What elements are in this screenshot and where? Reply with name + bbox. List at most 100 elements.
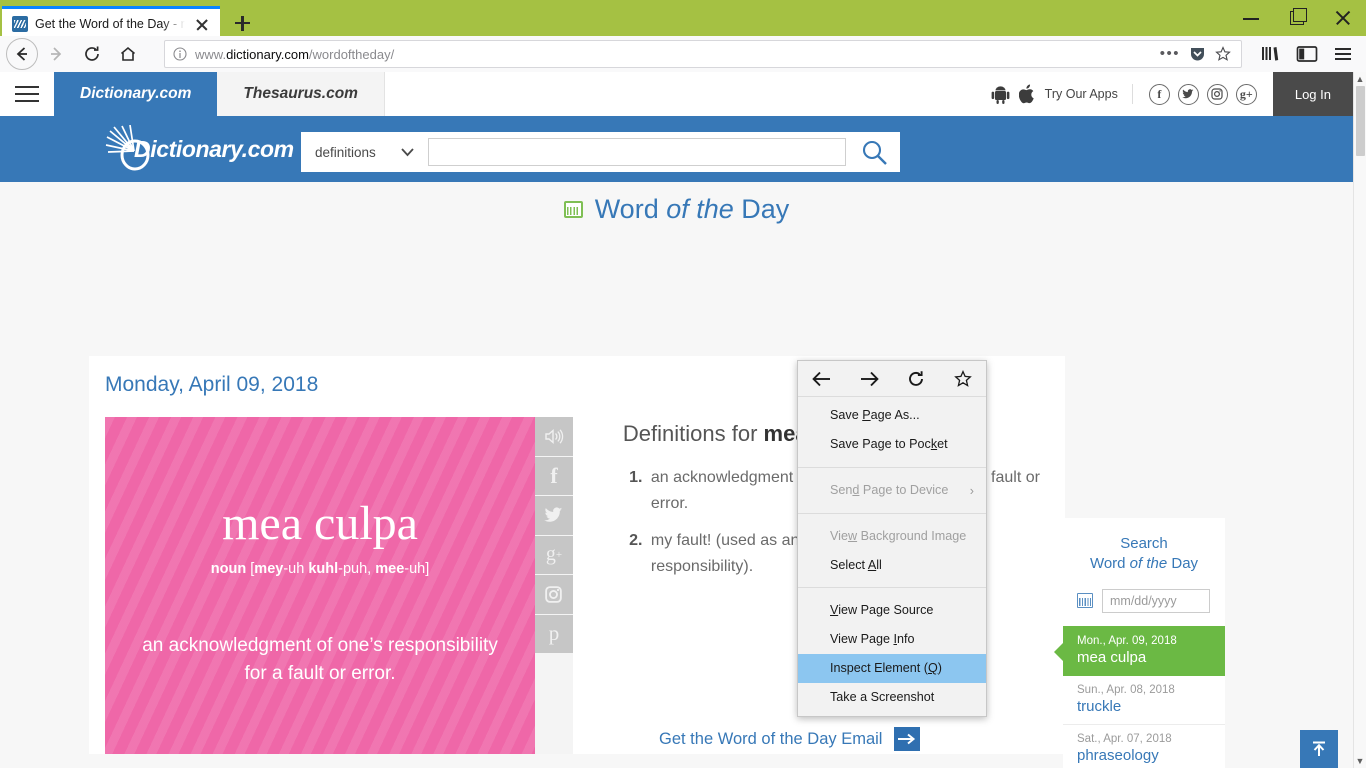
forward-arrow-icon[interactable] <box>853 365 885 393</box>
dictionary-favicon-icon <box>12 16 28 32</box>
hero-pos: noun <box>210 561 247 577</box>
site-hamburger-menu-icon[interactable] <box>0 72 54 116</box>
context-menu-group: View Background Image Select All <box>798 518 986 584</box>
twitter-icon[interactable] <box>535 496 573 535</box>
apple-icon <box>1018 84 1034 104</box>
speaker-icon[interactable] <box>535 417 573 456</box>
facebook-icon[interactable]: f <box>535 456 573 495</box>
rail-entry-date: Sun., Apr. 08, 2018 <box>1077 683 1175 696</box>
utility-right: Try Our Apps f g+ Log In <box>991 72 1353 116</box>
site-logo-text: Dictionary.com <box>134 135 294 162</box>
new-tab-button[interactable] <box>224 6 260 39</box>
home-button[interactable] <box>110 36 146 72</box>
instagram-icon[interactable] <box>1206 83 1228 105</box>
close-icon[interactable] <box>192 14 212 34</box>
browser-tab[interactable]: Get the Word of the Day - mea <box>2 6 220 39</box>
close-icon[interactable] <box>1320 0 1366 36</box>
chevron-down-icon <box>401 147 414 156</box>
rail-title: Search Word of the Day <box>1089 535 1199 573</box>
hamburger-menu-icon[interactable] <box>1326 37 1360 71</box>
try-our-apps-group[interactable]: Try Our Apps <box>991 84 1133 104</box>
pocket-icon[interactable] <box>1190 46 1205 62</box>
site-utility-bar: Dictionary.com Thesaurus.com Try Our App… <box>0 72 1353 116</box>
chevron-right-icon: › <box>969 483 974 498</box>
page-title: Word of the Day <box>0 182 1353 225</box>
library-icon[interactable] <box>1254 37 1288 71</box>
reload-button[interactable] <box>74 36 110 72</box>
menu-item-inspect-element[interactable]: Inspect Element (Q) <box>798 654 986 684</box>
word-hero: mea culpa noun [mey-uh kuhl-puh, mee-uh]… <box>105 417 536 754</box>
date-input[interactable]: mm/dd/yyyy <box>1102 588 1210 613</box>
back-to-top-button[interactable] <box>1300 730 1338 768</box>
facebook-icon[interactable]: f <box>1148 83 1170 105</box>
rail-entry-word[interactable]: phraseology <box>1077 747 1225 764</box>
pinterest-icon[interactable]: p <box>535 614 573 653</box>
menu-item-take-a-screenshot[interactable]: Take a Screenshot <box>798 683 986 712</box>
googleplus-icon[interactable]: g+ <box>535 535 573 574</box>
context-menu-nav <box>798 361 986 397</box>
search-scope-label: definitions <box>315 144 376 160</box>
tab-title: Get the Word of the Day - mea <box>35 17 185 31</box>
window-controls <box>1228 0 1366 36</box>
menu-item-save-page-to-pocket[interactable]: Save Page to Pocket <box>798 430 986 459</box>
email-cta[interactable]: Get the Word of the Day Email <box>659 727 921 751</box>
back-arrow-icon[interactable] <box>806 365 838 393</box>
menu-separator <box>798 512 986 514</box>
rail-entry-word: mea culpa <box>1077 648 1147 666</box>
word-of-the-day-rail: Search Word of the Day mm/dd/yyyy Mon., … <box>1054 518 1225 768</box>
context-menu-group: Send Page to Device › <box>798 472 986 509</box>
scroll-up-arrow-icon[interactable]: ▲ <box>1354 72 1366 86</box>
page-viewport: Dictionary.com Thesaurus.com Try Our App… <box>0 72 1353 768</box>
maximize-icon[interactable] <box>1274 0 1320 36</box>
site-logo[interactable]: Dictionary.com <box>104 125 294 173</box>
rail-entry-word[interactable]: truckle <box>1077 698 1225 715</box>
definitions-title-pre: Definitions for <box>622 421 764 446</box>
arrow-right-icon[interactable] <box>894 727 921 751</box>
minimize-icon[interactable] <box>1228 0 1274 36</box>
rail-entry-current[interactable]: Mon., Apr. 09, 2018 mea culpa <box>1054 625 1225 676</box>
rail-entry-date: Mon., Apr. 09, 2018 <box>1077 634 1177 647</box>
window-titlebar: Get the Word of the Day - mea <box>0 0 1366 39</box>
login-button[interactable]: Log In <box>1272 72 1353 116</box>
search-input[interactable] <box>428 138 846 166</box>
email-cta-label: Get the Word of the Day Email <box>659 729 883 748</box>
reload-icon[interactable] <box>900 365 932 393</box>
menu-item-select-all[interactable]: Select All <box>798 551 986 580</box>
back-button[interactable] <box>6 38 38 70</box>
hero-definition: an acknowledgment of one’s responsibilit… <box>142 635 498 684</box>
tab-strip: Get the Word of the Day - mea <box>0 0 260 39</box>
hero-pron-close: ] <box>425 561 430 577</box>
calendar-icon[interactable] <box>1077 593 1093 608</box>
toolbar-right-actions <box>1254 37 1366 71</box>
rail-entry[interactable]: Sun., Apr. 08, 2018 truckle <box>1063 676 1225 725</box>
scroll-down-arrow-icon[interactable]: ▼ <box>1354 754 1366 768</box>
search-scope-select[interactable]: definitions <box>301 132 426 172</box>
site-tab-dictionary[interactable]: Dictionary.com <box>54 72 218 116</box>
browser-window: Get the Word of the Day - mea www.dictio… <box>0 0 1366 768</box>
bookmark-star-icon[interactable] <box>947 365 979 393</box>
menu-item-save-page-as[interactable]: Save Page As... <box>798 401 986 430</box>
rail-entry[interactable]: Sat., Apr. 07, 2018 phraseology <box>1063 725 1225 768</box>
sidebar-icon[interactable] <box>1290 37 1324 71</box>
rail-entry-date: Sat., Apr. 07, 2018 <box>1077 732 1172 745</box>
browser-toolbar: www.dictionary.com/wordoftheday/ ••• <box>0 36 1366 72</box>
page-actions-icon[interactable]: ••• <box>1160 46 1180 61</box>
hero-word: mea culpa <box>222 497 418 550</box>
page-scrollbar[interactable]: ▲ ▼ <box>1353 72 1366 768</box>
menu-item-view-page-info[interactable]: View Page Info <box>798 625 986 654</box>
address-bar[interactable]: www.dictionary.com/wordoftheday/ ••• <box>164 40 1242 68</box>
star-icon[interactable] <box>1215 46 1231 62</box>
scrollbar-thumb[interactable] <box>1356 86 1365 156</box>
twitter-icon[interactable] <box>1177 83 1199 105</box>
forward-button[interactable] <box>38 36 74 72</box>
try-our-apps-label: Try Our Apps <box>1044 87 1118 101</box>
search-icon[interactable] <box>848 132 900 172</box>
menu-item-view-page-source[interactable]: View Page Source <box>798 596 986 625</box>
page-body: Word of the Day Monday, April 09, 2018 m… <box>0 182 1353 768</box>
googleplus-icon[interactable]: g+ <box>1235 83 1257 105</box>
menu-separator <box>798 587 986 589</box>
instagram-icon[interactable] <box>535 575 573 614</box>
site-tab-thesaurus[interactable]: Thesaurus.com <box>217 72 385 116</box>
calendar-icon <box>563 201 583 218</box>
rail-entry-list: Mon., Apr. 09, 2018 mea culpa Sun., Apr.… <box>1054 625 1225 768</box>
